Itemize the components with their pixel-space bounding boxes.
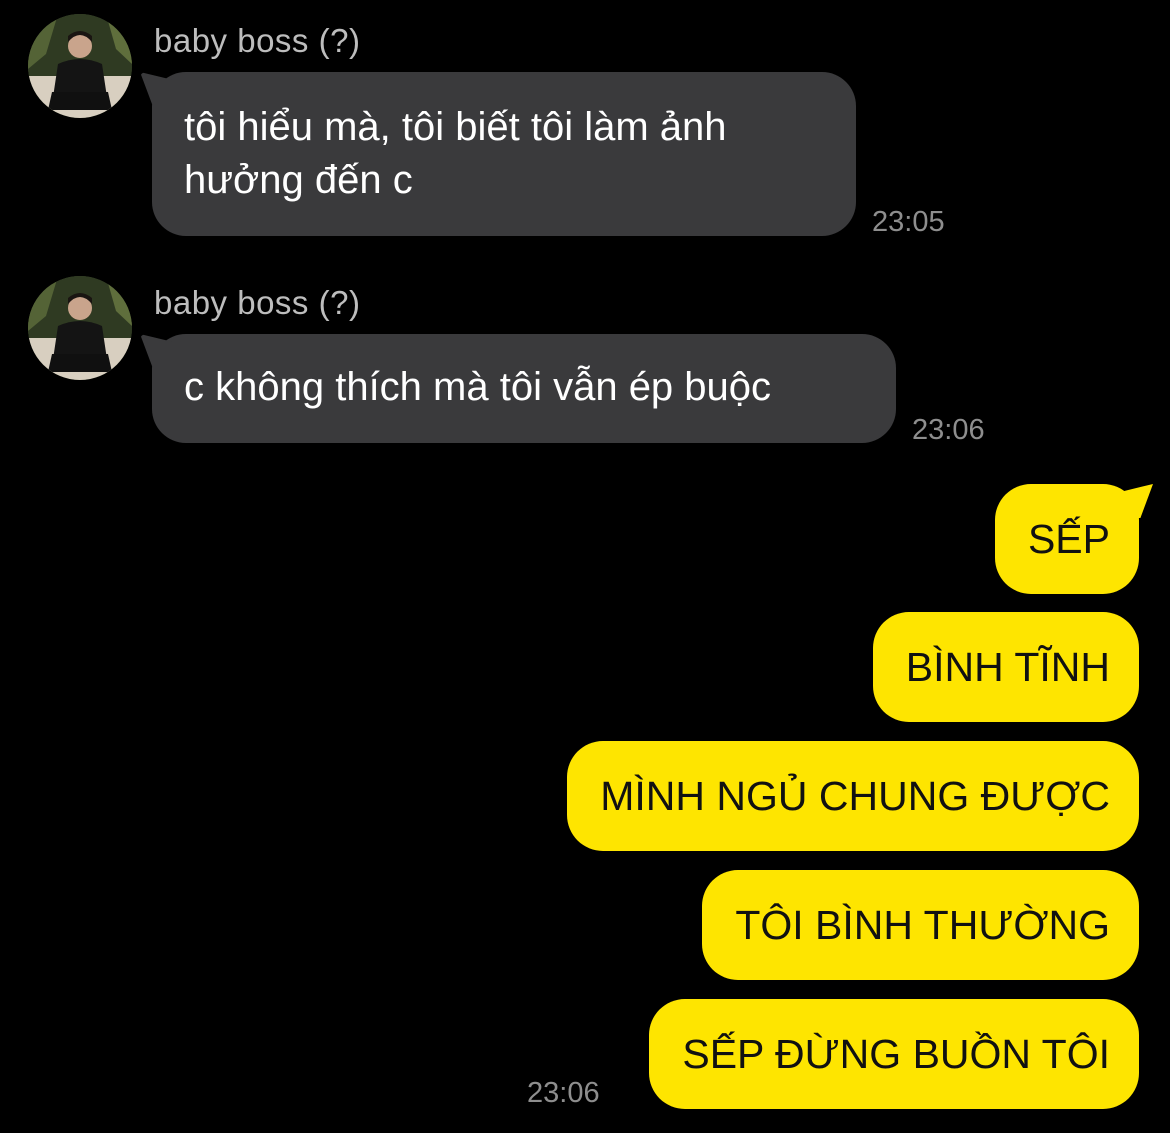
- bubble-tail: [1111, 484, 1153, 518]
- incoming-message-bubble[interactable]: c không thích mà tôi vẫn ép buộc: [140, 334, 896, 443]
- message-text: BÌNH TĨNH: [905, 644, 1110, 690]
- sender-avatar[interactable]: [28, 276, 132, 380]
- bubble-tail: [140, 72, 180, 104]
- message-text: SẾP: [1027, 516, 1110, 562]
- message-timestamp: 23:06: [527, 1077, 600, 1109]
- outgoing-message-bubble[interactable]: SẾP: [994, 484, 1153, 594]
- sender-name: baby boss (?): [154, 22, 361, 59]
- message-timestamp: 23:05: [872, 206, 945, 238]
- message-text-line: tôi hiểu mà, tôi biết tôi làm ảnh: [184, 105, 727, 149]
- incoming-message-bubble[interactable]: tôi hiểu mà, tôi biết tôi làm ảnh hưởng …: [140, 72, 856, 236]
- bubble-tail: [140, 334, 180, 366]
- chat-screen: baby boss (?) tôi hiểu mà, tôi biết tôi …: [0, 0, 1170, 1133]
- message-text: SẾP ĐỪNG BUỒN TÔI: [682, 1031, 1110, 1077]
- message-text: MÌNH NGỦ CHUNG ĐƯỢC: [600, 773, 1110, 819]
- message-text-line: hưởng đến c: [184, 158, 413, 202]
- message-text: TÔI BÌNH THƯỜNG: [735, 902, 1110, 948]
- message-timestamp: 23:06: [912, 414, 985, 446]
- outgoing-message-bubble[interactable]: MÌNH NGỦ CHUNG ĐƯỢC: [567, 741, 1139, 851]
- message-text-line: c không thích mà tôi vẫn ép buộc: [184, 365, 772, 409]
- profile-photo-icon: [28, 276, 132, 380]
- sender-name: baby boss (?): [154, 284, 361, 321]
- outgoing-message-bubble[interactable]: BÌNH TĨNH: [872, 612, 1139, 722]
- profile-photo-icon: [28, 14, 132, 118]
- outgoing-message-bubble[interactable]: SẾP ĐỪNG BUỒN TÔI: [649, 999, 1139, 1109]
- outgoing-message-bubble[interactable]: TÔI BÌNH THƯỜNG: [702, 870, 1139, 980]
- sender-avatar[interactable]: [28, 14, 132, 118]
